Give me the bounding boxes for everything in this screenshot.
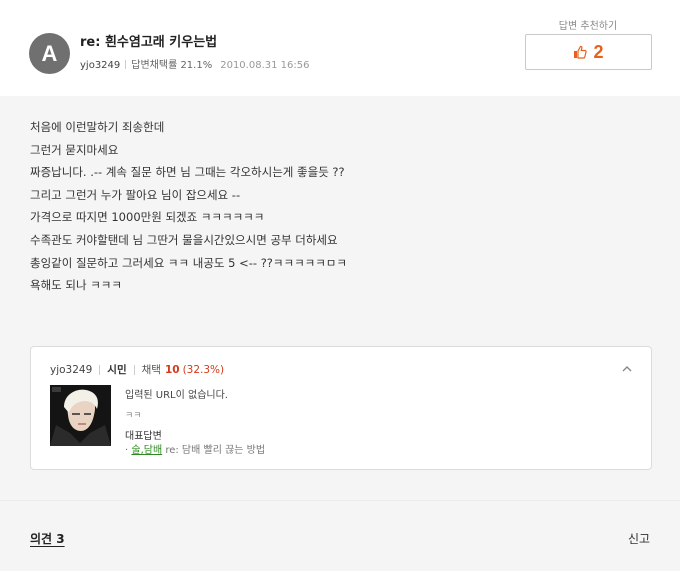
recommend-label: 답변 추천하기 [558, 21, 618, 32]
report-link[interactable]: 신고 [628, 530, 650, 547]
opinions-link[interactable]: 의견 3 [30, 530, 65, 547]
profile-intro: 입력된 URL이 없습니다. [125, 390, 228, 401]
representative-title-link[interactable]: re: 담배 빨리 끊는 방법 [165, 445, 265, 456]
profile-divider [99, 364, 101, 375]
avatar[interactable]: A [29, 33, 70, 74]
footer-divider [0, 500, 680, 501]
answer-date: 2010.08.31 16:56 [220, 60, 310, 71]
profile-user-id[interactable]: yjo3249 [50, 364, 92, 376]
body-line: 욕해도 되나 ㅋㅋㅋ [30, 278, 122, 293]
answer-meta: yjo3249 답변채택률 21.1% 2010.08.31 16:56 [80, 56, 309, 71]
profile-adopt-count: 10 [164, 363, 180, 376]
profile-card: yjo3249 시민 채택 10 (32.3%) 입력된 URL이 없습니다. … [30, 346, 652, 470]
profile-photo[interactable] [50, 385, 111, 446]
profile-divider [133, 364, 135, 375]
profile-rank: 시민 [107, 364, 127, 376]
collapse-button[interactable] [620, 362, 634, 376]
profile-header: yjo3249 시민 채택 10 (32.3%) [50, 362, 224, 377]
body-line: 총잉같이 질문하고 그러세요 ㅋㅋ 내공도 5 <-- ??ㅋㅋㅋㅋㅋㅁㅋ [30, 255, 347, 270]
answer-user-id[interactable]: yjo3249 [80, 60, 120, 71]
profile-sub: ㅋㅋ [125, 411, 142, 421]
profile-adopt-label: 채택 [141, 364, 161, 376]
profile-adopt-pct: (32.3%) [182, 363, 225, 376]
body-line: 그리고 그런거 누가 팔아요 님이 잡으세요 -- [30, 187, 241, 202]
answer-title: re: 흰수염고래 키우는법 [80, 35, 218, 50]
answer-header: A re: 흰수염고래 키우는법 yjo3249 답변채택률 21.1% 2010.… [0, 0, 680, 96]
chevron-up-icon [622, 366, 632, 372]
answer-body: 처음에 이런말하기 죄송한데 그런거 묻지마세요 짜증납니다. .-- 계속 질… [30, 116, 650, 297]
answer-rate: 답변채택률 21.1% [131, 60, 213, 71]
body-line: 처음에 이런말하기 죄송한데 [30, 120, 165, 134]
thumbs-up-icon [574, 45, 588, 59]
recommend-button[interactable]: 2 [525, 34, 652, 70]
recommend-count: 2 [593, 41, 604, 62]
bullet: · [125, 445, 129, 456]
meta-divider [125, 60, 127, 69]
body-line: 가격으로 따지면 1000만원 되겠죠 ㅋㅋㅋㅋㅋㅋ [30, 210, 265, 225]
body-line: 그런거 묻지마세요 [30, 142, 119, 157]
profile-photo-image [50, 385, 111, 446]
representative-answer-label: 대표답변 [125, 431, 162, 442]
body-line: 짜증납니다. .-- 계속 질문 하면 님 그때는 각오하시는게 좋을듯 ?? [30, 165, 345, 180]
representative-answer[interactable]: · 술,담배 re: 담배 빨리 끊는 방법 [125, 441, 265, 456]
representative-category-link[interactable]: 술,담배 [131, 445, 162, 456]
body-line: 수족관도 커야할탠데 님 그딴거 물을시간있으시면 공부 더하세요 [30, 232, 338, 247]
